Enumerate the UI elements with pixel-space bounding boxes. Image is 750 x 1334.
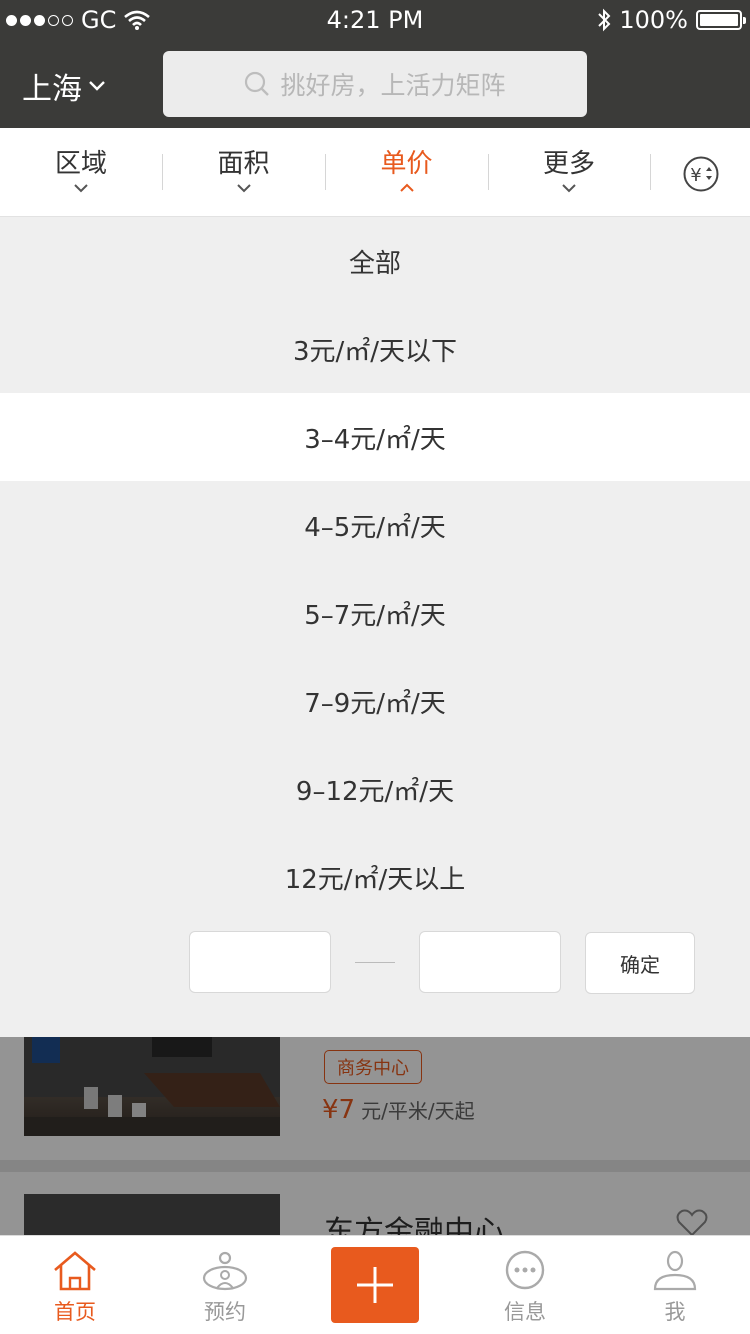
dim-overlay[interactable] [0, 1037, 750, 1235]
price-option[interactable]: 4–5元/㎡/天 [0, 481, 750, 569]
confirm-button[interactable]: 确定 [585, 932, 695, 994]
price-option-all[interactable]: 全部 [0, 217, 750, 305]
search-input[interactable]: 挑好房，上活力矩阵 [163, 51, 587, 117]
top-header: GC 4:21 PM 100% 上海 挑好房，上活力矩阵 [0, 0, 750, 128]
filter-tab-region[interactable]: 区域 [0, 128, 162, 216]
price-option[interactable]: 12元/㎡/天以上 [0, 833, 750, 921]
tab-profile[interactable]: 我 [600, 1236, 750, 1334]
price-sort-icon[interactable]: ¥ [682, 155, 720, 193]
user-icon [653, 1250, 697, 1291]
price-option-selected[interactable]: 3–4元/㎡/天 [0, 393, 750, 481]
chevron-down-icon [236, 184, 251, 193]
tab-home[interactable]: 首页 [0, 1236, 150, 1334]
price-option[interactable]: 9–12元/㎡/天 [0, 745, 750, 833]
filter-tab-area[interactable]: 面积 [162, 128, 325, 216]
filter-tab-unit-price[interactable]: 单价 [325, 128, 488, 216]
range-separator [355, 962, 395, 963]
tab-messages[interactable]: 信息 [450, 1236, 600, 1334]
listing-list: 商务中心 ¥7 元/平米/天起 东方金融中心 [0, 1037, 750, 1235]
filter-label: 面积 [217, 149, 270, 179]
min-price-input[interactable] [189, 931, 331, 993]
plus-icon [357, 1267, 393, 1303]
filter-label: 单价 [380, 149, 433, 179]
bluetooth-icon [598, 8, 611, 32]
battery-icon [696, 10, 746, 30]
price-option[interactable]: 3元/㎡/天以下 [0, 305, 750, 393]
max-price-input[interactable] [419, 931, 561, 993]
tab-booking[interactable]: 预约 [150, 1236, 300, 1334]
divider [650, 154, 651, 190]
filter-bar: 区域 面积 单价 更多 [0, 128, 750, 217]
home-icon [54, 1251, 96, 1291]
tab-label: 我 [664, 1300, 686, 1324]
bottom-tab-bar: 首页 预约 信息 我 [0, 1235, 750, 1334]
status-right: 100% [597, 6, 746, 34]
chevron-down-icon [562, 184, 576, 193]
city-label: 上海 [22, 72, 82, 107]
price-option[interactable]: 5–7元/㎡/天 [0, 569, 750, 657]
price-option[interactable]: 7–9元/㎡/天 [0, 657, 750, 745]
search-placeholder: 挑好房，上活力矩阵 [280, 71, 506, 100]
battery-percent: 100% [619, 6, 688, 34]
chevron-up-icon [399, 183, 414, 192]
tab-label: 信息 [504, 1300, 546, 1324]
booking-icon [202, 1251, 248, 1291]
svg-text:¥: ¥ [690, 165, 701, 186]
search-icon [245, 71, 270, 96]
price-dropdown: 全部 3元/㎡/天以下 3–4元/㎡/天 4–5元/㎡/天 5–7元/㎡/天 7… [0, 217, 750, 1037]
filter-tab-more[interactable]: 更多 [488, 128, 650, 216]
publish-button[interactable] [331, 1247, 419, 1323]
chat-bubble-icon [505, 1250, 545, 1290]
filter-label: 区域 [54, 149, 107, 179]
tab-label: 预约 [204, 1300, 246, 1324]
filter-label: 更多 [542, 149, 595, 179]
status-bar: GC 4:21 PM 100% [0, 0, 750, 40]
chevron-down-icon [89, 81, 105, 91]
city-selector[interactable]: 上海 [22, 64, 106, 108]
tab-label: 首页 [54, 1300, 96, 1324]
chevron-down-icon [74, 184, 88, 193]
